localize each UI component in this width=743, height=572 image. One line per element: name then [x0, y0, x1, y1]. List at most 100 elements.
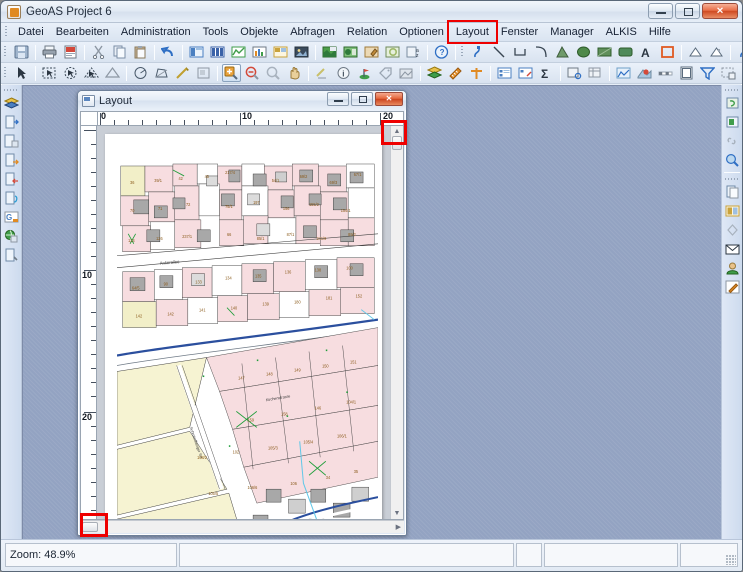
node-move-button[interactable]: [735, 43, 742, 61]
right-edit-button[interactable]: [724, 278, 741, 295]
symbol-triangle-button[interactable]: [686, 43, 705, 61]
print-preview-button[interactable]: [61, 43, 80, 61]
snapshot-button[interactable]: [397, 64, 416, 82]
right-sidebar-grip-icon[interactable]: [725, 87, 739, 92]
close-button[interactable]: ✕: [702, 3, 738, 19]
canvas-vertical-scrollbar[interactable]: ▲ ▼: [390, 126, 403, 519]
layout-maximize-button[interactable]: [351, 92, 373, 106]
sidebar-open-project-button[interactable]: [3, 113, 20, 130]
layers-button[interactable]: [425, 64, 444, 82]
grid-view-button[interactable]: [208, 43, 227, 61]
draw-polygon-button[interactable]: [553, 43, 572, 61]
vertical-ruler[interactable]: 10 20: [80, 126, 97, 520]
zoom-area-button[interactable]: [264, 64, 283, 82]
marker-flag-button[interactable]: [355, 64, 374, 82]
menu-item-relation[interactable]: Relation: [341, 24, 393, 40]
draw-polyline-button[interactable]: [511, 43, 530, 61]
horizontal-scroll-thumb[interactable]: [82, 522, 98, 532]
undo-button[interactable]: [159, 43, 178, 61]
image-view-button[interactable]: [292, 43, 311, 61]
info-button[interactable]: i: [334, 64, 353, 82]
measure-button[interactable]: [313, 64, 332, 82]
draw-text-button[interactable]: A: [637, 43, 656, 61]
right-node-button[interactable]: [724, 221, 741, 238]
sidebar-import-button[interactable]: [3, 170, 20, 187]
menu-item-datei[interactable]: Datei: [12, 24, 50, 40]
right-book-button[interactable]: [724, 202, 741, 219]
select-arrow-button[interactable]: [12, 64, 31, 82]
left-sidebar-grip-icon[interactable]: [4, 87, 18, 92]
sidebar-refresh-button[interactable]: [3, 189, 20, 206]
right-refresh-button[interactable]: [724, 94, 741, 111]
ruler-line-button[interactable]: [173, 64, 192, 82]
right-search-button[interactable]: [724, 151, 741, 168]
select-boundary-button[interactable]: [152, 64, 171, 82]
page-layout-button[interactable]: [677, 64, 696, 82]
menu-item-alkis[interactable]: ALKIS: [600, 24, 643, 40]
database-link-button[interactable]: [565, 64, 584, 82]
sidebar-export-button[interactable]: [3, 151, 20, 168]
diagram-button[interactable]: [614, 64, 633, 82]
right-link-button[interactable]: [724, 132, 741, 149]
chart-green-button[interactable]: [229, 43, 248, 61]
sidebar-new-window-button[interactable]: [3, 132, 20, 149]
filter-button[interactable]: [698, 64, 717, 82]
legend-button[interactable]: [467, 64, 486, 82]
select-shape-button[interactable]: [103, 64, 122, 82]
layout-close-button[interactable]: ✕: [375, 92, 403, 106]
map-layer-button[interactable]: [320, 43, 339, 61]
menu-item-fenster[interactable]: Fenster: [495, 24, 544, 40]
node-edit-button[interactable]: [469, 43, 488, 61]
toolbar1b-grip-icon[interactable]: [459, 45, 465, 59]
menu-item-administration[interactable]: Administration: [115, 24, 197, 40]
menu-grip-icon[interactable]: [3, 25, 9, 39]
menu-item-optionen[interactable]: Optionen: [393, 24, 450, 40]
draw-rect2-button[interactable]: [616, 43, 635, 61]
copy-button[interactable]: [110, 43, 129, 61]
menu-item-tools[interactable]: Tools: [197, 24, 235, 40]
sidebar-google-button[interactable]: G: [3, 208, 20, 225]
right-user-button[interactable]: [724, 259, 741, 276]
menu-item-objekte[interactable]: Objekte: [234, 24, 284, 40]
right-copy-button[interactable]: [724, 183, 741, 200]
select-invert-button[interactable]: [194, 64, 213, 82]
thematic-map-button[interactable]: [635, 64, 654, 82]
draw-frame-button[interactable]: [658, 43, 677, 61]
paste-button[interactable]: [131, 43, 150, 61]
canvas-horizontal-scrollbar[interactable]: ▶: [80, 520, 404, 533]
page-scroll-area[interactable]: Ankerallee Schmiedberger Str. Kirchenstr…: [97, 126, 390, 519]
select-rect-button[interactable]: [40, 64, 59, 82]
select-circle-button[interactable]: [61, 64, 80, 82]
draw-line-button[interactable]: [490, 43, 509, 61]
maximize-button[interactable]: [675, 3, 700, 19]
sidebar-layers-button[interactable]: [3, 94, 20, 111]
menu-item-bearbeiten[interactable]: Bearbeiten: [50, 24, 115, 40]
sort-az-button[interactable]: az: [404, 43, 423, 61]
menu-item-abfragen[interactable]: Abfragen: [284, 24, 341, 40]
right-window-button[interactable]: [724, 113, 741, 130]
zoom-out-button[interactable]: [243, 64, 262, 82]
sum-sigma-button[interactable]: Σ: [537, 64, 556, 82]
list-edit-button[interactable]: [516, 64, 535, 82]
print-button[interactable]: [40, 43, 59, 61]
sidebar-settings-button[interactable]: [3, 246, 20, 263]
map-frame[interactable]: Ankerallee Schmiedberger Str. Kirchenstr…: [117, 160, 378, 519]
grid-snap-button[interactable]: [719, 64, 738, 82]
scale-bar-button[interactable]: [656, 64, 675, 82]
toolbar2-grip-icon[interactable]: [2, 66, 8, 80]
layout-canvas[interactable]: Ankerallee Schmiedberger Str. Kirchenstr…: [97, 126, 404, 520]
ruler-button[interactable]: [446, 64, 465, 82]
help-button[interactable]: ?: [432, 43, 451, 61]
toolbar1-grip-icon[interactable]: [2, 45, 8, 59]
database-table-button[interactable]: [586, 64, 605, 82]
menu-item-hilfe[interactable]: Hilfe: [643, 24, 677, 40]
list-view-button[interactable]: [495, 64, 514, 82]
sidebar-web-button[interactable]: [3, 227, 20, 244]
right-sidebar-grip2-icon[interactable]: [725, 176, 739, 181]
table-view-button[interactable]: [187, 43, 206, 61]
save-button[interactable]: [12, 43, 31, 61]
minimize-button[interactable]: [648, 3, 673, 19]
select-polygon-button[interactable]: [82, 64, 101, 82]
map-edit-button[interactable]: [362, 43, 381, 61]
zoom-in-button[interactable]: [222, 64, 241, 82]
